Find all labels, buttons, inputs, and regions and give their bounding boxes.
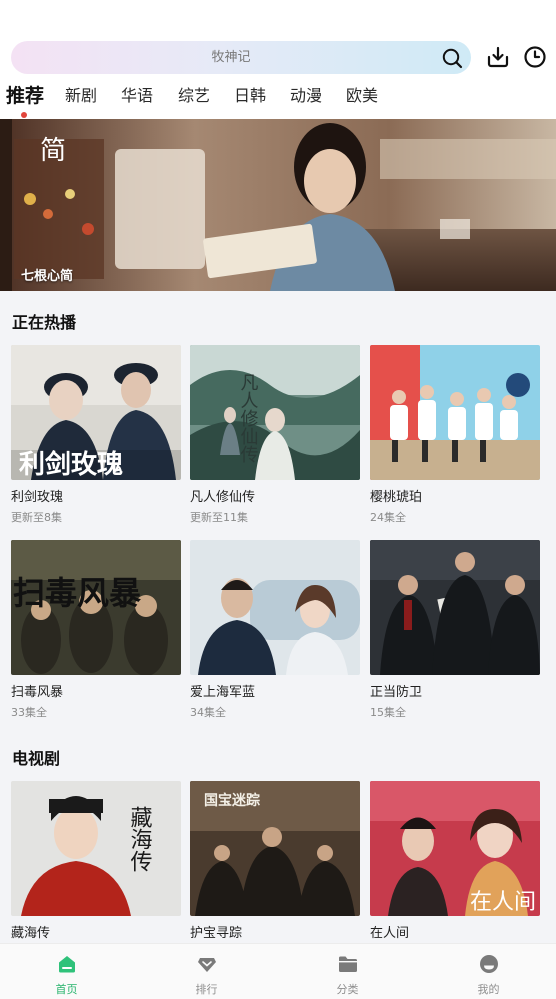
show-title[interactable]: 藏海传 <box>11 925 181 943</box>
episode-status: 15集全 <box>370 706 406 719</box>
banner-image: 简 <box>0 119 556 291</box>
poster-image[interactable] <box>190 540 360 675</box>
poster-image[interactable]: 在人间 <box>370 781 540 916</box>
nav-home[interactable]: 首页 <box>0 944 136 999</box>
header: 牧神记 推荐 新剧 华语 综艺 日韩 动漫 欧美 <box>0 0 556 119</box>
search-bar[interactable]: 牧神记 <box>11 41 471 74</box>
episode-status: 更新至11集 <box>190 511 248 524</box>
poster-image[interactable]: 藏海传 <box>11 781 181 916</box>
tab-anime[interactable]: 动漫 <box>290 82 322 110</box>
episode-status: 24集全 <box>370 511 406 524</box>
nav-category-label[interactable]: 分类 <box>278 981 417 997</box>
show-title[interactable]: 利剑玫瑰 <box>11 489 181 507</box>
show-card[interactable]: 国宝迷踪 护宝寻踪 <box>190 781 360 943</box>
nav-category[interactable]: 分类 <box>278 944 417 999</box>
poster-title-text: 在人间 <box>470 890 536 915</box>
show-card[interactable]: 在人间 在人间 <box>370 781 540 943</box>
tab-new-drama[interactable]: 新剧 <box>65 82 97 110</box>
show-card[interactable]: 扫毒风暴 扫毒风暴 33集全 <box>11 540 181 720</box>
show-title[interactable]: 扫毒风暴 <box>11 684 181 702</box>
show-card[interactable]: 樱桃琥珀 24集全 <box>370 345 540 525</box>
bottom-navigation: 首页 排行 分类 我的 <box>0 943 556 999</box>
poster-image[interactable]: 扫毒风暴 <box>11 540 181 675</box>
episode-status: 34集全 <box>190 706 226 719</box>
poster-title-text: 藏海传 <box>127 806 153 872</box>
poster-image[interactable]: 凡人修仙传 <box>190 345 360 480</box>
show-card[interactable]: 藏海传 藏海传 <box>11 781 181 943</box>
show-card[interactable]: 爱上海军蓝 34集全 <box>190 540 360 720</box>
history-clock-icon[interactable] <box>523 45 547 69</box>
category-tabs: 推荐 新剧 华语 综艺 日韩 动漫 欧美 <box>0 82 556 112</box>
poster-title-text: 国宝迷踪 <box>204 792 260 809</box>
download-icon[interactable] <box>486 45 510 69</box>
banner-title: 七根心简 <box>21 269 74 284</box>
poster-image[interactable] <box>370 540 540 675</box>
show-title[interactable]: 爱上海军蓝 <box>190 684 360 702</box>
poster-image[interactable]: 利剑玫瑰 <box>11 345 181 480</box>
show-card[interactable]: 凡人修仙传 凡人修仙传 更新至11集 <box>190 345 360 525</box>
poster-title-text: 扫毒风暴 <box>13 574 141 612</box>
tab-western[interactable]: 欧美 <box>346 82 378 110</box>
search-placeholder[interactable]: 牧神记 <box>11 41 431 74</box>
home-icon[interactable] <box>56 953 78 975</box>
show-title[interactable]: 正当防卫 <box>370 684 540 702</box>
folder-icon[interactable] <box>337 953 359 975</box>
show-card[interactable]: 正当防卫 15集全 <box>370 540 540 720</box>
episode-status: 33集全 <box>11 706 47 719</box>
poster-image[interactable]: 国宝迷踪 <box>190 781 360 916</box>
poster-title-text: 利剑玫瑰 <box>19 449 123 480</box>
section-title-tv-series: 电视剧 <box>12 749 61 768</box>
profile-icon[interactable] <box>478 953 500 975</box>
show-card[interactable]: 利剑玫瑰 利剑玫瑰 更新至8集 <box>11 345 181 525</box>
banner-overlay-glyph: 简 <box>40 136 66 166</box>
poster-image[interactable] <box>370 345 540 480</box>
show-title[interactable]: 护宝寻踪 <box>190 925 360 943</box>
episode-status: 更新至8集 <box>11 511 62 524</box>
show-title[interactable]: 凡人修仙传 <box>190 489 360 507</box>
nav-ranking[interactable]: 排行 <box>137 944 276 999</box>
tab-recommend[interactable]: 推荐 <box>6 82 44 110</box>
tab-variety[interactable]: 综艺 <box>178 82 210 110</box>
hero-banner[interactable]: 简 <box>0 119 556 291</box>
nav-ranking-label[interactable]: 排行 <box>137 981 276 997</box>
nav-home-label[interactable]: 首页 <box>0 981 136 997</box>
tab-chinese[interactable]: 华语 <box>121 82 153 110</box>
tab-japan-korea[interactable]: 日韩 <box>234 82 266 110</box>
nav-profile-label[interactable]: 我的 <box>419 981 556 997</box>
nav-profile[interactable]: 我的 <box>419 944 556 999</box>
search-icon[interactable] <box>441 47 463 69</box>
section-title-now-playing: 正在热播 <box>12 313 77 332</box>
show-title[interactable]: 在人间 <box>370 925 540 943</box>
app-screen: 牧神记 推荐 新剧 华语 综艺 日韩 动漫 欧美 简 七根心简 正在热播 利剑玫… <box>0 0 556 999</box>
show-title[interactable]: 樱桃琥珀 <box>370 489 540 507</box>
poster-title-text: 凡人修仙传 <box>238 373 259 463</box>
ranking-icon[interactable] <box>196 953 218 975</box>
active-tab-indicator <box>21 112 27 118</box>
